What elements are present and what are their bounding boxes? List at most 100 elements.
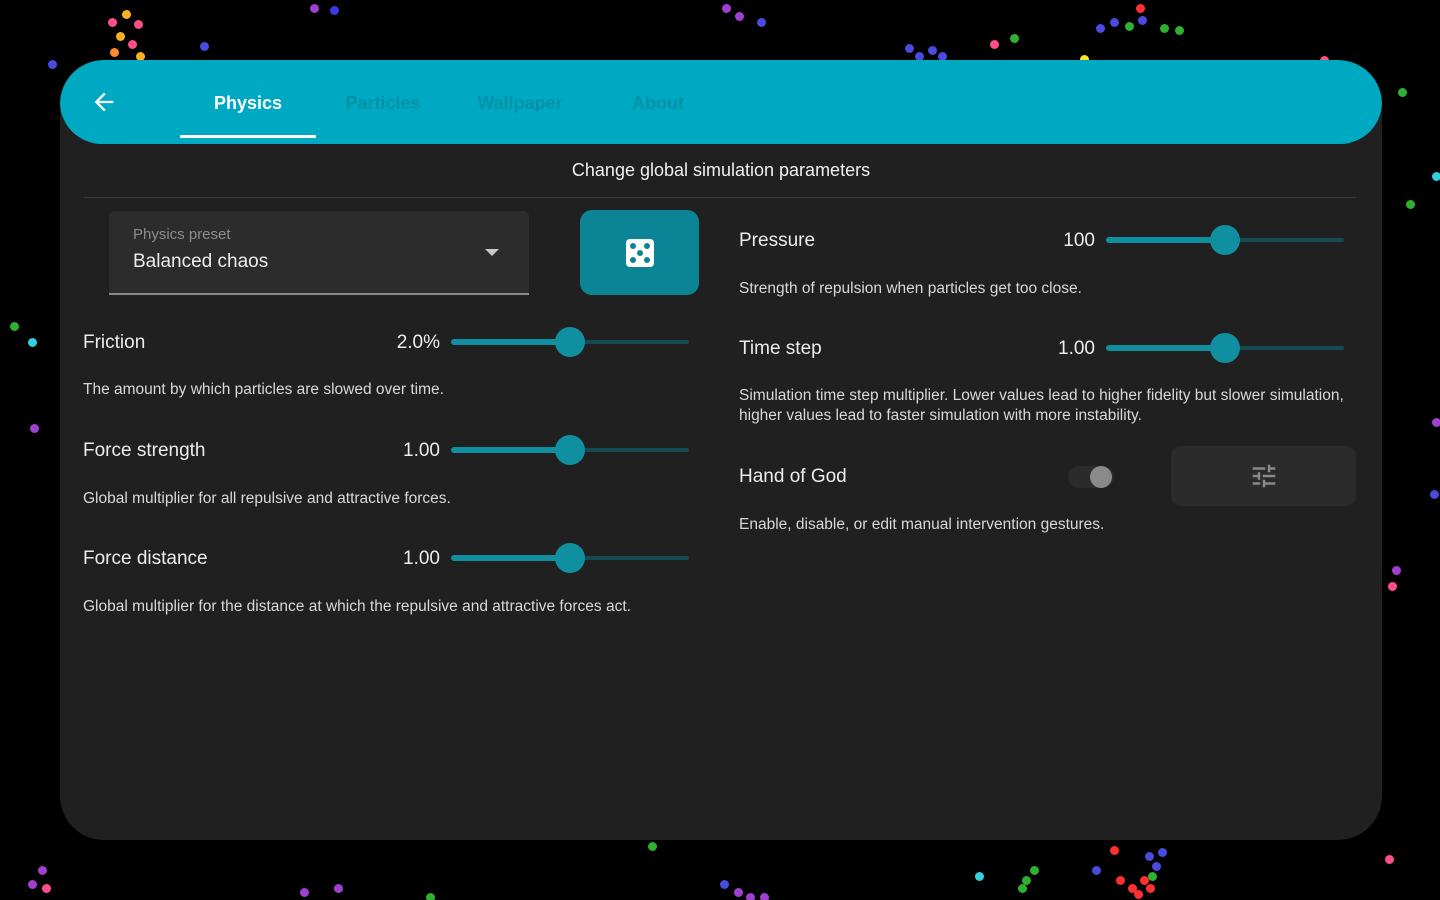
slider-fill [451,339,570,345]
slider-thumb[interactable] [555,435,585,465]
toggle-thumb [1090,466,1112,488]
particle-dot [1152,862,1161,871]
dice-icon [625,238,654,267]
arrow-left-icon [94,92,114,112]
tab-particles[interactable]: Particles [316,60,450,140]
pressure-slider[interactable] [1106,224,1344,256]
particle-dot [905,44,914,53]
particle-dot [648,842,657,851]
particle-dot [128,40,137,49]
preset-label: Physics preset [133,226,231,243]
particle-dot [1134,890,1143,899]
particle-dot [1110,18,1119,27]
particle-dot [760,893,769,900]
back-button[interactable] [86,84,122,120]
particle-dot [116,32,125,41]
force-distance-description: Global multiplier for the distance at wh… [83,598,631,615]
particle-dot [1136,4,1145,13]
divider [84,197,1356,198]
friction-description: The amount by which particles are slowed… [83,381,444,398]
particle-dot [110,48,119,57]
force-strength-label: Force strength [83,440,206,461]
force-strength-description: Global multiplier for all repulsive and … [83,490,451,507]
particle-dot [746,893,755,900]
particle-dot [42,884,51,893]
particle-dot [1030,866,1039,875]
particle-dot [1392,566,1401,575]
force-distance-value: 1.00 [403,548,440,569]
slider-fill [451,555,570,561]
slider-fill [1106,237,1225,243]
particle-dot [48,60,57,69]
particle-dot [975,872,984,881]
hand-of-god-description: Enable, disable, or edit manual interven… [739,516,1105,533]
pressure-label: Pressure [739,230,816,251]
time-step-label: Time step [739,338,822,359]
particle-dot [334,884,343,893]
particle-dot [722,4,731,13]
particle-dot [1146,884,1155,893]
particle-dot [426,893,435,900]
force-distance-slider[interactable] [451,542,689,574]
wallpaper-background: Physics Particles Wallpaper About Change… [0,0,1440,900]
caret-down-icon [485,249,499,256]
particle-dot [1125,22,1134,31]
particle-dot [1110,846,1119,855]
friction-value: 2.0% [396,332,440,353]
force-distance-label: Force distance [83,548,208,569]
tab-about[interactable]: About [590,60,726,140]
hand-of-god-label: Hand of God [739,466,847,487]
pressure-value: 100 [1063,230,1095,251]
particle-dot [28,338,37,347]
slider-thumb[interactable] [1210,225,1240,255]
particle-dot [134,20,143,29]
particle-dot [735,12,744,21]
particle-dot [1010,34,1019,43]
randomize-preset-button[interactable] [580,210,699,295]
particle-dot [1398,88,1407,97]
pressure-description: Strength of repulsion when particles get… [739,280,1082,297]
particle-dot [1116,876,1125,885]
slider-thumb[interactable] [1210,333,1240,363]
particle-dot [1385,855,1394,864]
particle-dot [108,18,117,27]
slider-thumb[interactable] [555,327,585,357]
particle-dot [300,888,309,897]
slider-thumb[interactable] [555,543,585,573]
physics-preset-dropdown[interactable]: Physics preset Balanced chaos [109,211,529,295]
particle-dot [1406,200,1415,209]
settings-panel: Physics Particles Wallpaper About Change… [60,60,1382,840]
time-step-slider[interactable] [1106,332,1344,364]
time-step-description: Simulation time step multiplier. Lower v… [739,387,1344,424]
tab-physics[interactable]: Physics [180,60,316,140]
tab-active-indicator [180,135,316,138]
particle-dot [1160,24,1169,33]
particle-dot [1096,24,1105,33]
friction-label: Friction [83,332,146,353]
particle-dot [1175,26,1184,35]
particle-dot [720,880,729,889]
slider-fill [451,447,570,453]
particle-dot [990,40,999,49]
preset-value: Balanced chaos [133,251,269,272]
particle-dot [757,18,766,27]
tune-sliders-icon [1252,464,1275,488]
particle-dot [28,880,37,889]
particle-dot [928,46,937,55]
particle-dot [1138,16,1147,25]
particle-dot [1145,852,1154,861]
tab-wallpaper[interactable]: Wallpaper [450,60,590,140]
particle-dot [1018,884,1027,893]
particle-dot [1430,490,1439,499]
particle-dot [310,4,319,13]
slider-fill [1106,345,1225,351]
particle-dot [30,424,39,433]
force-strength-slider[interactable] [451,434,689,466]
particle-dot [734,888,743,897]
hand-of-god-toggle[interactable] [1062,463,1114,491]
particle-dot [10,322,19,331]
edit-gestures-button[interactable] [1171,446,1356,506]
friction-slider[interactable] [451,326,689,358]
particle-dot [1388,582,1397,591]
page-subtitle: Change global simulation parameters [571,160,871,180]
